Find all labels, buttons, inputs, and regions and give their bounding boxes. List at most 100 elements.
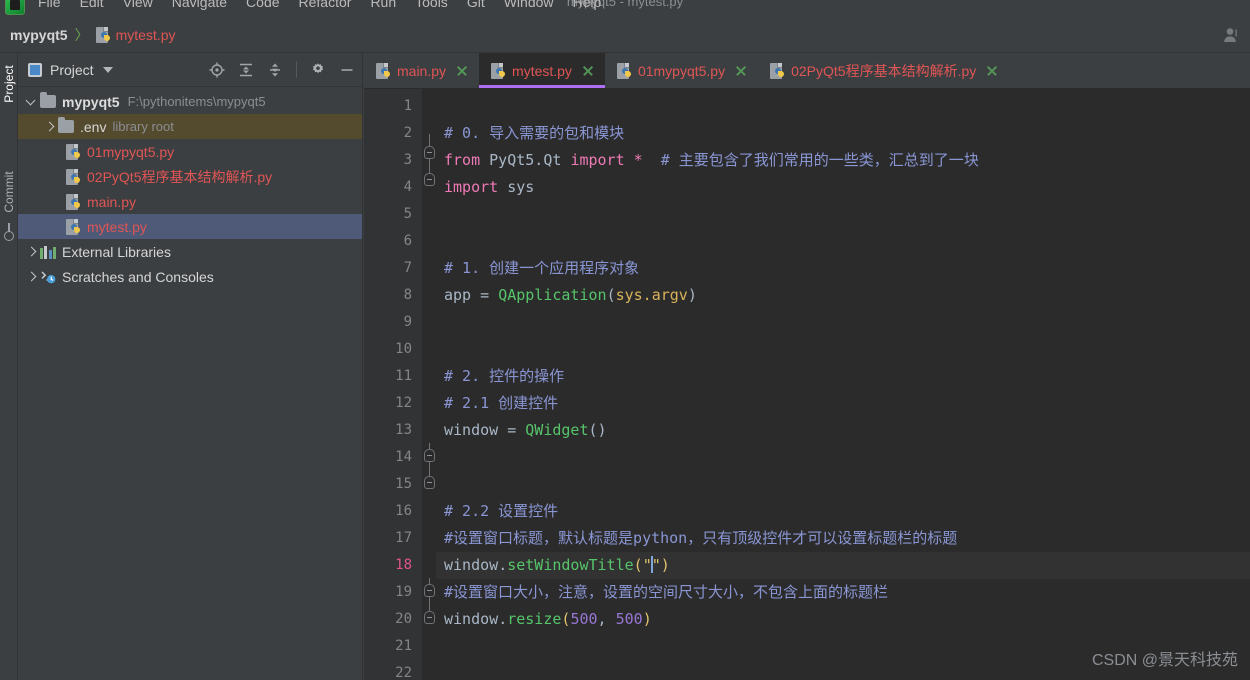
editor-tab-main[interactable]: main.py: [364, 53, 479, 88]
chevron-right-icon[interactable]: [42, 120, 56, 134]
editor-tab-02pyqt5[interactable]: 02PyQt5程序基本结构解析.py: [758, 53, 1009, 88]
line-number-gutter: 1 2 3 4 5 6 7 8 9 10 11 12 13 14 15 16 1…: [364, 89, 422, 680]
breadcrumb-separator: 〉: [74, 26, 89, 43]
menu-item-help[interactable]: Help: [573, 0, 602, 10]
line-number: 8: [403, 287, 412, 303]
editor-tab-label: 02PyQt5程序基本结构解析.py: [791, 62, 977, 79]
breadcrumb-project[interactable]: mypyqt5: [8, 27, 68, 43]
gear-icon[interactable]: [310, 62, 326, 78]
code-line-6[interactable]: [436, 228, 1250, 255]
chevron-right-icon[interactable]: [24, 245, 38, 259]
code-line-2[interactable]: # 0. 导入需要的包和模块: [436, 120, 1250, 147]
fold-marker-import-end[interactable]: [424, 173, 435, 186]
code-editor[interactable]: 1 2 3 4 5 6 7 8 9 10 11 12 13 14 15 16 1…: [364, 89, 1250, 680]
menu-item-navigate[interactable]: Navigate: [172, 0, 227, 10]
code-line-9[interactable]: [436, 309, 1250, 336]
code-line-10[interactable]: [436, 336, 1250, 363]
tree-item-label: main.py: [87, 193, 137, 210]
line-number: 10: [395, 341, 412, 357]
code-line-20[interactable]: window.resize(500, 500): [436, 606, 1250, 633]
tree-item-scratches-and-consoles[interactable]: Scratches and Consoles: [18, 264, 363, 289]
menu-bar: mypyqt5 - mytest.py File Edit View Navig…: [0, 0, 1250, 17]
tree-item-main[interactable]: main.py: [18, 189, 363, 214]
breadcrumb-file-label: mytest.py: [115, 26, 176, 43]
close-tab-icon[interactable]: [985, 64, 998, 77]
code-line-18[interactable]: window.setWindowTitle(""): [436, 552, 1250, 579]
close-tab-icon[interactable]: [455, 64, 468, 77]
tree-item-external-libraries[interactable]: External Libraries: [18, 239, 363, 264]
code-line-8[interactable]: app = QApplication(sys.argv): [436, 282, 1250, 309]
python-file-icon: [66, 168, 81, 185]
tree-item-label: .env: [80, 118, 107, 135]
breadcrumb-file[interactable]: mytest.py: [95, 26, 176, 43]
code-line-11[interactable]: # 2. 控件的操作: [436, 363, 1250, 390]
menu-item-window[interactable]: Window: [504, 0, 554, 10]
close-tab-icon[interactable]: [581, 64, 594, 77]
menu-item-file[interactable]: File: [38, 0, 61, 10]
commit-icon: [4, 223, 14, 241]
project-view-icon: [28, 62, 42, 77]
code-line-3[interactable]: from PyQt5.Qt import * # 主要包含了我们常用的一些类，汇…: [436, 147, 1250, 174]
code-line-7[interactable]: # 1. 创建一个应用程序对象: [436, 255, 1250, 282]
editor-tab-01mypyqt5[interactable]: 01mypyqt5.py: [605, 53, 758, 88]
line-number: 17: [395, 530, 412, 546]
python-file-icon: [491, 62, 506, 79]
user-account-icon[interactable]: [1222, 25, 1242, 45]
tree-item-mytest[interactable]: mytest.py: [18, 214, 363, 239]
tool-tab-commit[interactable]: Commit: [0, 157, 18, 227]
menu-item-run[interactable]: Run: [370, 0, 396, 10]
code-line-1[interactable]: [436, 93, 1250, 120]
menu-item-tools[interactable]: Tools: [415, 0, 448, 10]
tree-item-label: mytest.py: [87, 218, 147, 235]
menu-item-code[interactable]: Code: [246, 0, 279, 10]
line-number: 7: [403, 260, 412, 276]
tool-tab-project[interactable]: Project: [0, 52, 18, 116]
tree-item-02pyqt5[interactable]: 02PyQt5程序基本结构解析.py: [18, 164, 363, 189]
expand-all-icon[interactable]: [238, 62, 254, 78]
chevron-down-icon[interactable]: [24, 95, 38, 109]
code-line-19[interactable]: #设置窗口大小，注意，设置的空间尺寸大小，不包含上面的标题栏: [436, 579, 1250, 606]
code-line-12[interactable]: # 2.1 创建控件: [436, 390, 1250, 417]
code-line-5[interactable]: [436, 201, 1250, 228]
editor-area: main.py mytest.py 01mypyqt5.py 02PyQt5程序…: [364, 53, 1250, 680]
folder-icon: [40, 92, 56, 108]
python-file-icon: [376, 62, 391, 79]
code-line-14[interactable]: [436, 444, 1250, 471]
minimize-icon[interactable]: [339, 62, 355, 78]
code-line-4[interactable]: import sys: [436, 174, 1250, 201]
editor-tab-label: 01mypyqt5.py: [637, 62, 726, 79]
fold-marker-block-22[interactable]: [424, 584, 435, 597]
menu-item-view[interactable]: View: [123, 0, 153, 10]
tree-item-mypyqt5[interactable]: mypyqt5 F:\pythonitems\mypyqt5: [18, 89, 363, 114]
editor-tab-mytest[interactable]: mytest.py: [479, 53, 605, 88]
code-folding-gutter[interactable]: [422, 89, 436, 680]
tree-item-label: External Libraries: [62, 243, 171, 260]
panel-resizer[interactable]: [362, 53, 363, 680]
menu-items: File Edit View Navigate Code Refactor Ru…: [38, 0, 601, 10]
chevron-right-icon[interactable]: [24, 270, 38, 284]
menu-item-git[interactable]: Git: [467, 0, 485, 10]
code-line-17[interactable]: #设置窗口标题，默认标题是python，只有顶级控件才可以设置标题栏的标题: [436, 525, 1250, 552]
python-file-icon: [616, 62, 632, 79]
fold-marker-block-21[interactable]: [424, 476, 435, 489]
fold-marker-block-2[interactable]: [424, 449, 435, 462]
line-number: 14: [395, 449, 412, 465]
locate-target-icon[interactable]: [209, 62, 225, 78]
tree-item-01mypyqt5[interactable]: 01mypyqt5.py: [18, 139, 363, 164]
menu-item-refactor[interactable]: Refactor: [299, 0, 352, 10]
code-line-13[interactable]: window = QWidget(): [436, 417, 1250, 444]
line-number: 2: [403, 125, 412, 141]
fold-marker-block-22-end[interactable]: [424, 611, 435, 624]
line-number: 3: [403, 152, 412, 168]
code-line-16[interactable]: # 2.2 设置控件: [436, 498, 1250, 525]
close-tab-icon[interactable]: [734, 64, 747, 77]
chevron-down-icon[interactable]: [102, 66, 113, 73]
code-text-area[interactable]: # 0. 导入需要的包和模块 from PyQt5.Qt import * # …: [436, 89, 1250, 680]
project-panel-actions: [209, 61, 355, 78]
menu-item-edit[interactable]: Edit: [80, 0, 104, 10]
fold-marker-import[interactable]: [424, 146, 435, 159]
collapse-all-icon[interactable]: [267, 62, 283, 78]
tree-item-env[interactable]: .env library root: [18, 114, 363, 139]
line-number: 12: [395, 395, 412, 411]
code-line-15[interactable]: [436, 471, 1250, 498]
